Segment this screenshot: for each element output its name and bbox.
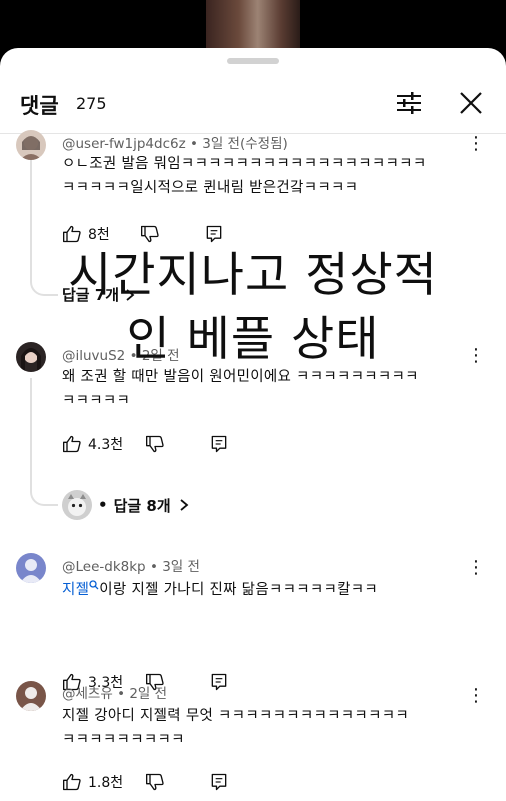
comment-text-line: 지젤 강아디 지젤력 무엇 ㅋㅋㅋㅋㅋㅋㅋㅋㅋㅋㅋㅋㅋㅋ [62, 708, 409, 724]
chevron-right-icon [180, 499, 189, 511]
comment-text-line: ㅋㅋㅋㅋㅋ [62, 393, 131, 409]
hashtag-link[interactable]: 지젤 [62, 580, 99, 598]
avatar[interactable] [16, 681, 46, 711]
thumbs-down-icon [146, 435, 164, 453]
search-icon [89, 580, 99, 590]
comment-meta: @세츠유 • 2일 전 [62, 682, 167, 702]
reply-button[interactable] [209, 772, 229, 792]
filter-button[interactable] [394, 88, 424, 118]
reply-icon [211, 773, 227, 791]
comment-author[interactable]: @Lee-dk8kp [62, 559, 146, 575]
thumbs-up-icon [63, 773, 81, 791]
reply-avatar [62, 490, 92, 520]
drag-handle[interactable] [227, 58, 279, 64]
comment-text-line: 이랑 지젤 가나디 진짜 닮음ㅋㅋㅋㅋㅋ칼ㅋㅋ [99, 582, 379, 598]
avatar[interactable] [16, 130, 46, 160]
dislike-button[interactable] [145, 772, 165, 792]
meta-separator: • [129, 348, 138, 364]
comment-text-line: ㅇㄴ조권 발음 뭐임ㅋㅋㅋㅋㅋㅋㅋㅋㅋㅋㅋㅋㅋㅋㅋㅋㅋㅋ [62, 156, 427, 172]
comment-text: 왜 조권 할 때만 발음이 원어민이에요 ㅋㅋㅋㅋㅋㅋㅋㅋㅋ ㅋㅋㅋㅋㅋ [62, 365, 472, 413]
like-button[interactable]: 1.8천 [62, 772, 123, 792]
comment-actions: 4.3천 [62, 432, 229, 456]
comment-time: 2일 전 [129, 686, 168, 702]
comments-sheet: 댓글 275 @user-fw1jp4dc6z • 3일 전(수정됨) ⋮ ㅇㄴ… [0, 48, 506, 801]
reply-icon [211, 673, 227, 691]
thumbs-up-icon [63, 435, 81, 453]
comment-time: 2일 전 [141, 348, 180, 364]
comment-actions: 1.8천 [62, 770, 229, 794]
avatar[interactable] [16, 553, 46, 583]
thread-connector [30, 270, 58, 296]
replies-label: 답글 8개 [113, 496, 171, 515]
comment-text-line: 왜 조권 할 때만 발음이 원어민이에요 ㅋㅋㅋㅋㅋㅋㅋㅋㅋ [62, 369, 419, 385]
dislike-button[interactable] [145, 434, 165, 454]
hashtag-label: 지젤 [62, 582, 90, 598]
comment-meta: @user-fw1jp4dc6z • 3일 전(수정됨) [62, 132, 288, 152]
comments-title: 댓글 [20, 94, 59, 118]
comment-author[interactable]: @iluvuS2 [62, 348, 125, 364]
chevron-right-icon [126, 288, 135, 301]
video-player-strip [0, 0, 506, 52]
reply-icon [211, 435, 227, 453]
meta-separator: • [117, 686, 126, 702]
view-replies-button[interactable]: • 답글 8개 [62, 490, 191, 520]
avatar[interactable] [16, 342, 46, 372]
thumbs-down-icon [146, 773, 164, 791]
comment-author[interactable]: @세츠유 [62, 686, 113, 702]
like-button[interactable]: 8천 [62, 224, 110, 244]
close-icon [460, 92, 482, 114]
view-replies-button[interactable]: 답글 7개 [62, 284, 137, 305]
comment-text-line: ㅋㅋㅋㅋㅋ일시적으로 퀸내림 받은건갘ㅋㅋㅋㅋ [62, 180, 359, 196]
video-preview[interactable] [206, 0, 300, 48]
like-count: 4.3천 [88, 437, 124, 453]
like-count: 8천 [88, 227, 110, 243]
comment-meta: @iluvuS2 • 2일 전 [62, 344, 180, 364]
reply-button[interactable] [209, 672, 229, 692]
comment-actions: 8천 [62, 222, 224, 246]
comment-text: 지젤 강아디 지젤력 무엇 ㅋㅋㅋㅋㅋㅋㅋㅋㅋㅋㅋㅋㅋㅋ ㅋㅋㅋㅋㅋㅋㅋㅋㅋ [62, 704, 472, 752]
comment-text: 지젤 이랑 지젤 가나디 진짜 닮음ㅋㅋㅋㅋㅋ칼ㅋㅋ [62, 578, 472, 602]
meta-separator: • [98, 496, 108, 514]
thread-connector [30, 480, 58, 506]
more-vertical-icon[interactable]: ⋮ [466, 556, 486, 580]
close-button[interactable] [456, 88, 486, 118]
comment-time: 3일 전(수정됨) [202, 136, 288, 152]
meta-separator: • [189, 136, 198, 152]
thread-line [30, 378, 32, 480]
like-count: 1.8천 [88, 775, 124, 791]
meta-separator: • [149, 559, 158, 575]
comments-count: 275 [76, 94, 107, 113]
like-button[interactable]: 4.3천 [62, 434, 123, 454]
comment-text-line: ㅋㅋㅋㅋㅋㅋㅋㅋㅋ [62, 732, 185, 748]
thumbs-up-icon [63, 225, 81, 243]
reply-button[interactable] [209, 434, 229, 454]
comment-meta: @Lee-dk8kp • 3일 전 [62, 555, 200, 575]
dislike-button[interactable] [140, 224, 160, 244]
reply-icon [206, 225, 222, 243]
comment-time: 3일 전 [162, 559, 200, 575]
replies-label: 답글 7개 [62, 286, 120, 304]
reply-button[interactable] [204, 224, 224, 244]
thumbs-down-icon [140, 225, 159, 243]
thread-line [30, 160, 32, 270]
comment-author[interactable]: @user-fw1jp4dc6z [62, 136, 186, 152]
comment-text: ㅇㄴ조권 발음 뭐임ㅋㅋㅋㅋㅋㅋㅋㅋㅋㅋㅋㅋㅋㅋㅋㅋㅋㅋ ㅋㅋㅋㅋㅋ일시적으로 … [62, 152, 472, 200]
filter-sliders-icon [397, 92, 421, 114]
